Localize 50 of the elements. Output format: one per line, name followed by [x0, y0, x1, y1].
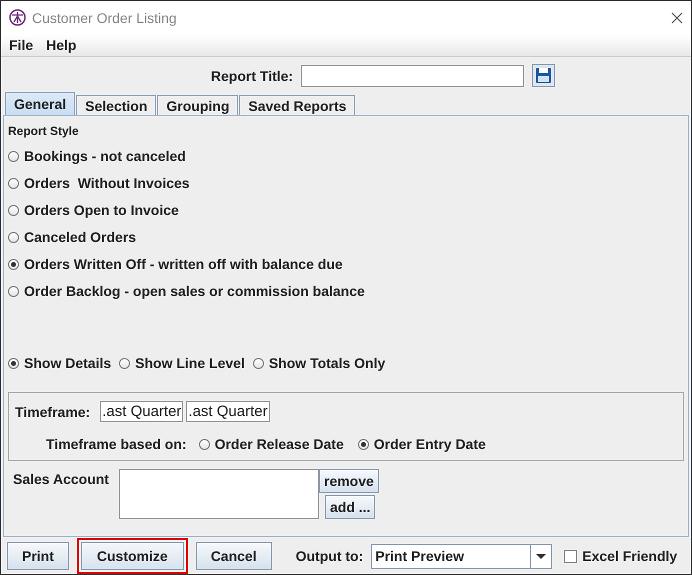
- field-label: Timeframe based on:: [46, 436, 187, 452]
- field-label: Sales Account: [13, 471, 110, 487]
- section-heading: Report Style: [8, 124, 80, 138]
- radio-button[interactable]: [358, 438, 369, 450]
- close-icon[interactable]: [671, 12, 683, 24]
- radio-label: Order Release Date: [214, 436, 344, 452]
- tab[interactable]: Saved Reports: [239, 95, 356, 115]
- field-label: Report Title:: [210, 68, 294, 84]
- checkbox[interactable]: [564, 550, 578, 562]
- field-label: Output to:: [296, 548, 364, 564]
- radio-button[interactable]: [8, 150, 19, 162]
- radio-button[interactable]: [8, 358, 19, 368]
- radio-label: Orders Without Invoices: [24, 175, 190, 191]
- app-logo-icon: [9, 9, 26, 26]
- radio-button[interactable]: [8, 258, 19, 270]
- footer-button[interactable]: Customize: [76, 538, 188, 574]
- field-label: Timeframe:: [15, 404, 90, 420]
- radio-label: Order Backlog - open sales or commission balance: [24, 283, 365, 299]
- timeframe-field[interactable]: .ast Quarter: [100, 401, 184, 422]
- action-button[interactable]: add ...: [325, 495, 376, 519]
- save-icon[interactable]: [532, 64, 556, 87]
- sales-account-list[interactable]: [119, 469, 319, 519]
- checkbox-label: Excel Friendly: [582, 548, 678, 564]
- radio-button[interactable]: [8, 286, 19, 296]
- timeframe-field[interactable]: .ast Quarter: [186, 401, 270, 422]
- tab[interactable]: General: [5, 92, 76, 115]
- radio-label: Canceled Orders: [24, 229, 136, 245]
- radio-button[interactable]: [252, 358, 264, 368]
- tab[interactable]: Selection: [76, 95, 156, 115]
- action-button[interactable]: remove: [319, 469, 379, 493]
- radio-button[interactable]: [8, 232, 19, 242]
- radio-label: Orders Open to Invoice: [24, 202, 179, 218]
- radio-label: Order Entry Date: [374, 436, 486, 452]
- report-title-field[interactable]: [301, 64, 524, 86]
- window-title: Customer Order Listing: [32, 10, 178, 26]
- menu-item[interactable]: Help: [46, 37, 76, 53]
- footer-button[interactable]: Print: [7, 542, 69, 570]
- radio-label: Show Line Level: [135, 355, 245, 371]
- radio-label: Orders Written Off - written off with balance due: [24, 256, 343, 272]
- radio-label: Bookings - not canceled: [24, 148, 186, 164]
- radio-button[interactable]: [8, 204, 19, 216]
- tab[interactable]: Grouping: [157, 95, 238, 115]
- radio-label: Show Totals Only: [268, 355, 386, 371]
- radio-button[interactable]: [198, 438, 210, 450]
- radio-button[interactable]: [8, 178, 19, 188]
- menu-item[interactable]: File: [9, 37, 34, 53]
- radio-label: Show Details: [24, 355, 112, 371]
- radio-button[interactable]: [119, 358, 130, 368]
- output-dropdown[interactable]: Print Preview: [371, 544, 552, 568]
- footer-button[interactable]: Cancel: [196, 542, 272, 570]
